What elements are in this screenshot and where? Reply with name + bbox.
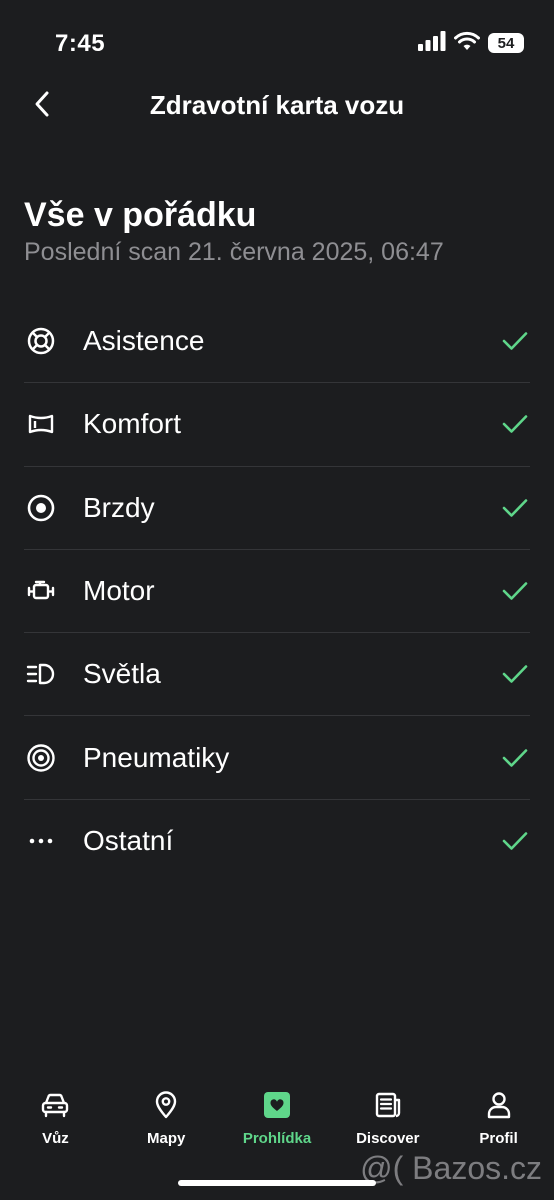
checkmark-icon [500,493,530,523]
status-icons: 54 [418,30,524,56]
check-row-ostatni[interactable]: Ostatní [24,800,530,883]
check-row-motor[interactable]: Motor [24,550,530,634]
check-row-brzdy[interactable]: Brzdy [24,467,530,550]
tab-mapy[interactable]: Mapy [111,1082,222,1162]
user-icon [484,1090,514,1120]
tab-label: Mapy [147,1130,186,1147]
signal-icon [418,30,446,56]
checkmark-icon [500,576,530,606]
tab-label: Prohlídka [242,1130,312,1147]
engine-icon [24,574,58,608]
tire-icon [24,741,58,775]
nav-header: Zdravotní karta vozu [0,80,554,134]
page-title: Zdravotní karta vozu [149,90,405,120]
watermark: @( Bazos.cz [360,1150,542,1186]
last-scan-text: Poslední scan 21. června 2025, 06:47 [24,238,444,266]
check-label: Motor [83,575,155,607]
car-icon [40,1090,70,1120]
brake-disc-icon [24,491,58,525]
tab-label: Discover [356,1130,420,1147]
check-label: Brzdy [83,491,155,523]
status-time: 7:45 [55,30,106,57]
seat-icon [24,407,58,441]
map-pin-icon [151,1090,181,1120]
news-icon [373,1090,403,1120]
status-bar: 7:45 54 [0,0,554,90]
checkmark-icon [500,326,530,356]
headlight-icon [24,657,58,691]
tab-prohlidka[interactable]: Prohlídka [222,1082,333,1162]
check-label: Pneumatiky [83,741,230,773]
battery-icon: 54 [488,33,524,53]
tab-vuz[interactable]: Vůz [0,1082,111,1162]
more-dots-icon [24,824,58,858]
check-row-asistence[interactable]: Asistence [24,300,530,384]
check-row-pneumatiky[interactable]: Pneumatiky [24,716,530,800]
checkmark-icon [500,826,530,856]
home-indicator[interactable] [178,1180,376,1186]
health-heart-icon [262,1090,292,1120]
checkmark-icon [500,409,530,439]
checkmark-icon [500,659,530,689]
summary-title: Vše v pořádku [24,196,257,234]
wifi-icon [454,31,480,56]
health-check-list: Asistence Komfort Brzdy Motor Světla Pne… [24,300,530,883]
tab-label: Profil [479,1130,518,1147]
check-label: Asistence [83,325,205,357]
check-label: Světla [83,658,161,690]
check-label: Komfort [83,408,182,440]
check-row-svetla[interactable]: Světla [24,633,530,717]
check-row-komfort[interactable]: Komfort [24,383,530,467]
checkmark-icon [500,743,530,773]
lifebuoy-icon [24,324,58,358]
tab-label: Vůz [42,1130,69,1147]
check-label: Ostatní [83,825,174,857]
